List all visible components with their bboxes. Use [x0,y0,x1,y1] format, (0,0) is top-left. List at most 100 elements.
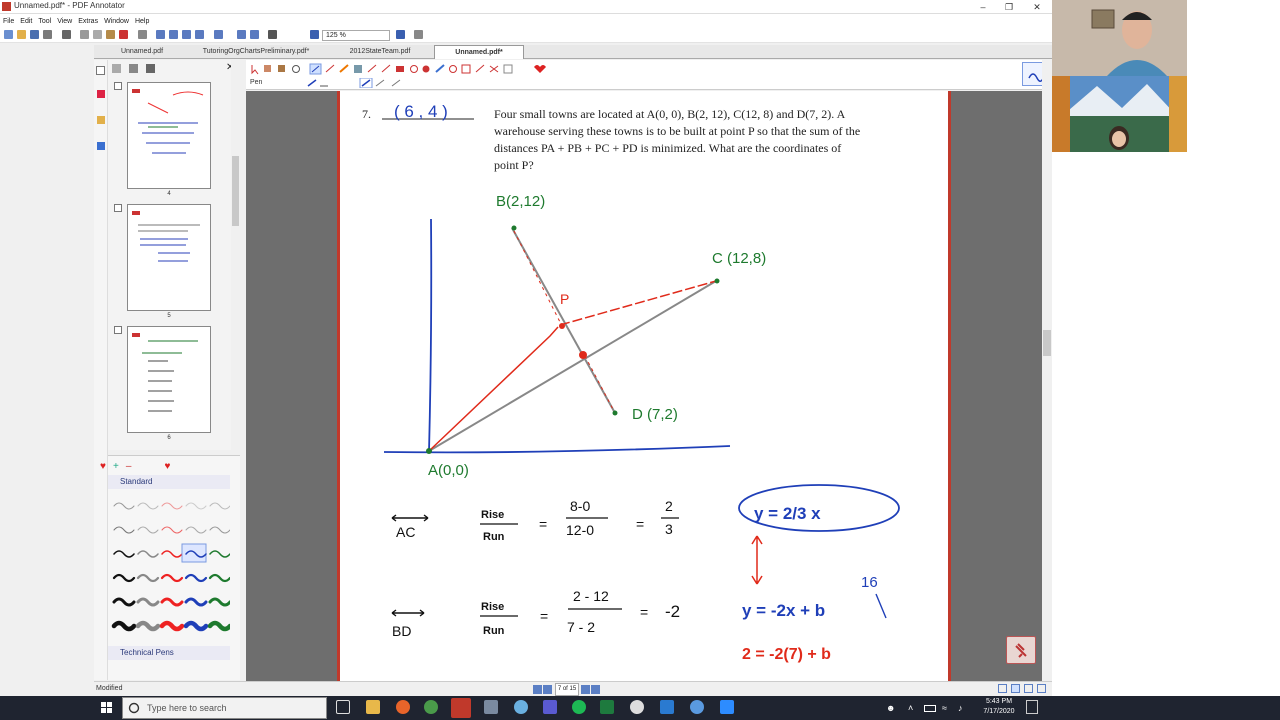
taskbar-search-box[interactable]: Type here to search [122,697,327,719]
restore-button[interactable]: ❐ [996,0,1022,14]
cut-icon[interactable] [80,30,89,39]
zoom-in-icon[interactable] [396,30,405,39]
save-all-icon[interactable] [43,30,52,39]
prev-page-button[interactable] [543,685,552,694]
menu-help[interactable]: Help [132,16,152,27]
next-page-icon[interactable] [182,30,191,39]
delete-icon[interactable] [119,30,128,39]
grid-icon[interactable] [129,64,138,73]
windows-start-icon[interactable] [101,702,113,714]
page-thumbnail-5[interactable] [127,204,211,311]
annotation-toggle-button[interactable] [1006,636,1036,664]
edge-icon[interactable] [660,700,674,714]
thumbnail-scrollbar[interactable] [231,60,240,450]
document-viewport[interactable]: 7. ( 6 , 4 ) Four small towns are locate… [246,91,1042,681]
continuous-icon[interactable] [1011,684,1020,693]
task-view-icon[interactable] [336,700,350,714]
next-page-button[interactable] [581,685,590,694]
scrollbar-thumb[interactable] [232,156,239,226]
print-icon[interactable] [62,30,71,39]
layout-icon[interactable] [268,30,277,39]
minimize-button[interactable]: – [970,0,996,14]
battery-icon[interactable] [924,705,936,712]
page-thumbnail-6[interactable] [127,326,211,433]
zoom-select[interactable]: 125 % [322,30,390,41]
tab-2012-state-team[interactable]: 2012StateTeam.pdf [328,45,432,59]
folder-icon[interactable] [97,116,105,124]
document-scrollbar[interactable] [1042,60,1052,681]
pen-category-standard[interactable]: Standard [108,475,230,489]
equals-sign: = [539,516,547,532]
first-page-icon[interactable] [156,30,165,39]
new-icon[interactable] [4,30,13,39]
excel-icon[interactable] [600,700,614,714]
pen-style-controls[interactable] [306,78,426,88]
save-icon[interactable] [30,30,39,39]
favorite-icon[interactable]: ♥ [100,461,106,472]
last-page-icon[interactable] [195,30,204,39]
menu-edit[interactable]: Edit [17,16,35,27]
open-icon[interactable] [17,30,26,39]
single-page-icon[interactable] [998,684,1007,693]
volume-icon[interactable]: ♪ [958,703,963,713]
menu-file[interactable]: File [0,16,17,27]
spotify-icon[interactable] [572,700,586,714]
messenger-icon[interactable] [690,700,704,714]
notification-icon[interactable] [1026,700,1038,714]
menu-view[interactable]: View [54,16,75,27]
prev-page-icon[interactable] [169,30,178,39]
close-button[interactable]: ✕ [1024,0,1050,14]
page-indicator[interactable]: 7 of 15 [555,683,579,696]
file-explorer-icon[interactable] [366,700,380,714]
chrome-icon[interactable] [424,700,438,714]
paste-icon[interactable] [106,30,115,39]
facing-icon[interactable] [1024,684,1033,693]
line-ac-equation: y = 2/3 x [754,504,821,523]
undo-icon[interactable] [237,30,246,39]
zoom-out-icon[interactable] [310,30,319,39]
scrollbar-thumb[interactable] [1043,330,1051,356]
thumbnail-checkbox[interactable] [114,82,122,90]
thumbnail-checkbox[interactable] [114,326,122,334]
last-page-button[interactable] [591,685,600,694]
copy-icon[interactable] [93,30,102,39]
chat-app-icon[interactable] [543,700,557,714]
settings-app-icon[interactable] [514,700,528,714]
first-page-button[interactable] [533,685,542,694]
pen-swatches[interactable] [110,494,230,634]
tab-tutoring-org-charts[interactable]: TutoringOrgChartsPreliminary.pdf* [186,45,326,59]
tab-unnamed[interactable]: Unnamed.pdf [100,45,184,59]
page-thumbnail-4[interactable] [127,82,211,189]
annotation-tools[interactable] [248,62,548,76]
link-icon[interactable] [97,142,105,150]
back-icon[interactable] [214,30,223,39]
pen-category-technical[interactable]: Technical Pens [108,646,230,660]
panel-toggle-icon[interactable] [96,66,105,75]
pdf-page[interactable]: 7. ( 6 , 4 ) Four small towns are locate… [337,91,951,681]
binoculars-icon[interactable] [138,30,147,39]
bookmark-icon[interactable] [97,90,105,98]
cover-icon[interactable] [1037,684,1046,693]
add-pen-icon[interactable]: + [113,461,119,472]
remove-pen-icon[interactable]: – [126,461,132,472]
page-canvas[interactable]: 7. ( 6 , 4 ) Four small towns are locate… [340,91,948,681]
system-clock[interactable]: 5:43 PM 7/17/2020 [978,697,1020,717]
camera-icon[interactable] [630,700,644,714]
photos-icon[interactable] [484,700,498,714]
tab-unnamed-active[interactable]: Unnamed.pdf* [434,45,524,59]
wrench-icon[interactable] [146,64,155,73]
heart-icon[interactable]: ♥ [165,461,171,472]
pdf-annotator-taskbar-icon[interactable] [451,698,471,718]
firefox-icon[interactable] [396,700,410,714]
menu-extras[interactable]: Extras [75,16,101,27]
zoom-icon[interactable] [720,700,734,714]
fit-width-icon[interactable] [414,30,423,39]
page-icon[interactable] [112,64,121,73]
wifi-icon[interactable]: ≈ [942,703,947,713]
menu-window[interactable]: Window [101,16,132,27]
people-icon[interactable]: ☻ [886,703,895,713]
redo-icon[interactable] [250,30,259,39]
menu-tool[interactable]: Tool [35,16,54,27]
thumbnail-checkbox[interactable] [114,204,122,212]
tray-chevron-icon[interactable]: ˄ [908,703,913,713]
